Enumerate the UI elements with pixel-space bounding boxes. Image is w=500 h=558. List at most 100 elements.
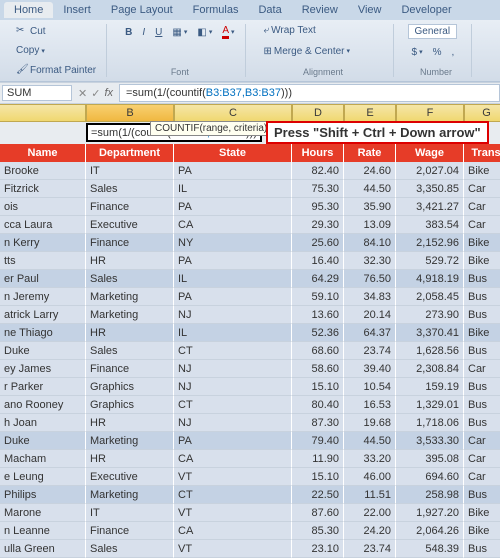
- cell[interactable]: 11.51: [344, 486, 396, 504]
- cell[interactable]: 19.68: [344, 414, 396, 432]
- number-format-select[interactable]: General: [408, 24, 458, 39]
- cell[interactable]: 80.40: [292, 396, 344, 414]
- tab-data[interactable]: Data: [248, 2, 291, 18]
- cell[interactable]: 258.98: [396, 486, 464, 504]
- cell[interactable]: Finance: [86, 198, 174, 216]
- cell[interactable]: 34.83: [344, 288, 396, 306]
- table-row[interactable]: DukeSalesCT68.6023.741,628.56Bus: [0, 342, 500, 360]
- cell[interactable]: 1,329.01: [396, 396, 464, 414]
- cell[interactable]: 2,058.45: [396, 288, 464, 306]
- cell[interactable]: Philips: [0, 486, 86, 504]
- cell[interactable]: Car: [464, 432, 500, 450]
- cell[interactable]: Car: [464, 216, 500, 234]
- cell[interactable]: Car: [464, 198, 500, 216]
- th-rate[interactable]: Rate: [344, 144, 396, 162]
- tab-review[interactable]: Review: [292, 2, 348, 18]
- th-wage[interactable]: Wage: [396, 144, 464, 162]
- cell[interactable]: 694.60: [396, 468, 464, 486]
- cell[interactable]: 95.30: [292, 198, 344, 216]
- tab-formulas[interactable]: Formulas: [183, 2, 249, 18]
- cell[interactable]: 82.40: [292, 162, 344, 180]
- cell[interactable]: 33.20: [344, 450, 396, 468]
- cell[interactable]: Car: [464, 360, 500, 378]
- cell[interactable]: 29.30: [292, 216, 344, 234]
- cell[interactable]: Bike: [464, 252, 500, 270]
- cell[interactable]: 1,927.20: [396, 504, 464, 522]
- tab-insert[interactable]: Insert: [53, 2, 101, 18]
- cell[interactable]: PA: [174, 288, 292, 306]
- cell[interactable]: 23.74: [344, 342, 396, 360]
- cell[interactable]: Marketing: [86, 486, 174, 504]
- table-row[interactable]: cca LauraExecutiveCA29.3013.09383.54Car: [0, 216, 500, 234]
- col-header-e[interactable]: E: [344, 104, 396, 122]
- cell[interactable]: 23.10: [292, 540, 344, 558]
- cell[interactable]: HR: [86, 324, 174, 342]
- cell[interactable]: er Paul: [0, 270, 86, 288]
- cell[interactable]: Executive: [86, 468, 174, 486]
- cell[interactable]: 22.50: [292, 486, 344, 504]
- cell[interactable]: Bus: [464, 540, 500, 558]
- cell[interactable]: CT: [174, 396, 292, 414]
- cell[interactable]: NY: [174, 234, 292, 252]
- col-header-blank[interactable]: [0, 104, 86, 122]
- cell[interactable]: 529.72: [396, 252, 464, 270]
- cell[interactable]: 39.40: [344, 360, 396, 378]
- cell[interactable]: Macham: [0, 450, 86, 468]
- cell[interactable]: PA: [174, 198, 292, 216]
- cell[interactable]: ne Thiago: [0, 324, 86, 342]
- cancel-icon[interactable]: ✕: [78, 87, 87, 100]
- cell[interactable]: Duke: [0, 342, 86, 360]
- tab-developer[interactable]: Developer: [391, 2, 461, 18]
- cell[interactable]: 76.50: [344, 270, 396, 288]
- col-header-b[interactable]: B: [86, 104, 174, 122]
- col-header-g[interactable]: G: [464, 104, 500, 122]
- cell[interactable]: Bus: [464, 378, 500, 396]
- cell[interactable]: VT: [174, 504, 292, 522]
- underline-button[interactable]: U: [151, 26, 166, 39]
- grid[interactable]: B C D E F G =sum(1/(countif(B3:B37,B3:B3…: [0, 104, 500, 558]
- tab-view[interactable]: View: [348, 2, 392, 18]
- cell[interactable]: Marone: [0, 504, 86, 522]
- currency-button[interactable]: $▾: [408, 46, 427, 59]
- cell[interactable]: 79.40: [292, 432, 344, 450]
- table-row[interactable]: DukeMarketingPA79.4044.503,533.30Car: [0, 432, 500, 450]
- table-row[interactable]: ano RooneyGraphicsCT80.4016.531,329.01Bu…: [0, 396, 500, 414]
- cell[interactable]: 395.08: [396, 450, 464, 468]
- wrap-text-button[interactable]: ⤶Wrap Text: [260, 24, 320, 37]
- cell[interactable]: 13.09: [344, 216, 396, 234]
- comma-button[interactable]: ,: [448, 46, 459, 59]
- cell[interactable]: 23.74: [344, 540, 396, 558]
- table-row[interactable]: n JeremyMarketingPA59.1034.832,058.45Bus: [0, 288, 500, 306]
- cell[interactable]: 1,628.56: [396, 342, 464, 360]
- cell[interactable]: Marketing: [86, 288, 174, 306]
- cell[interactable]: Bike: [464, 234, 500, 252]
- bold-button[interactable]: B: [121, 26, 136, 39]
- cell[interactable]: 68.60: [292, 342, 344, 360]
- cell[interactable]: 64.37: [344, 324, 396, 342]
- cell[interactable]: Finance: [86, 360, 174, 378]
- cell[interactable]: ey James: [0, 360, 86, 378]
- cell[interactable]: HR: [86, 450, 174, 468]
- cell[interactable]: 87.30: [292, 414, 344, 432]
- cell[interactable]: Sales: [86, 180, 174, 198]
- cell[interactable]: IL: [174, 324, 292, 342]
- cell[interactable]: Bike: [464, 504, 500, 522]
- tab-page-layout[interactable]: Page Layout: [101, 2, 183, 18]
- cell[interactable]: 2,152.96: [396, 234, 464, 252]
- name-box[interactable]: SUM: [2, 85, 72, 101]
- cell[interactable]: 2,308.84: [396, 360, 464, 378]
- cell[interactable]: atrick Larry: [0, 306, 86, 324]
- cell[interactable]: PA: [174, 432, 292, 450]
- cell[interactable]: 75.30: [292, 180, 344, 198]
- format-painter-button[interactable]: 🖌Format Painter: [12, 63, 100, 77]
- cell[interactable]: Bus: [464, 396, 500, 414]
- cell[interactable]: 11.90: [292, 450, 344, 468]
- cell[interactable]: 13.60: [292, 306, 344, 324]
- table-row[interactable]: ulla GreenSalesVT23.1023.74548.39Bus: [0, 540, 500, 558]
- col-header-d[interactable]: D: [292, 104, 344, 122]
- cell[interactable]: 3,350.85: [396, 180, 464, 198]
- th-state[interactable]: State: [174, 144, 292, 162]
- font-color-button[interactable]: A▾: [218, 24, 238, 40]
- cell[interactable]: 44.50: [344, 432, 396, 450]
- cell[interactable]: CA: [174, 522, 292, 540]
